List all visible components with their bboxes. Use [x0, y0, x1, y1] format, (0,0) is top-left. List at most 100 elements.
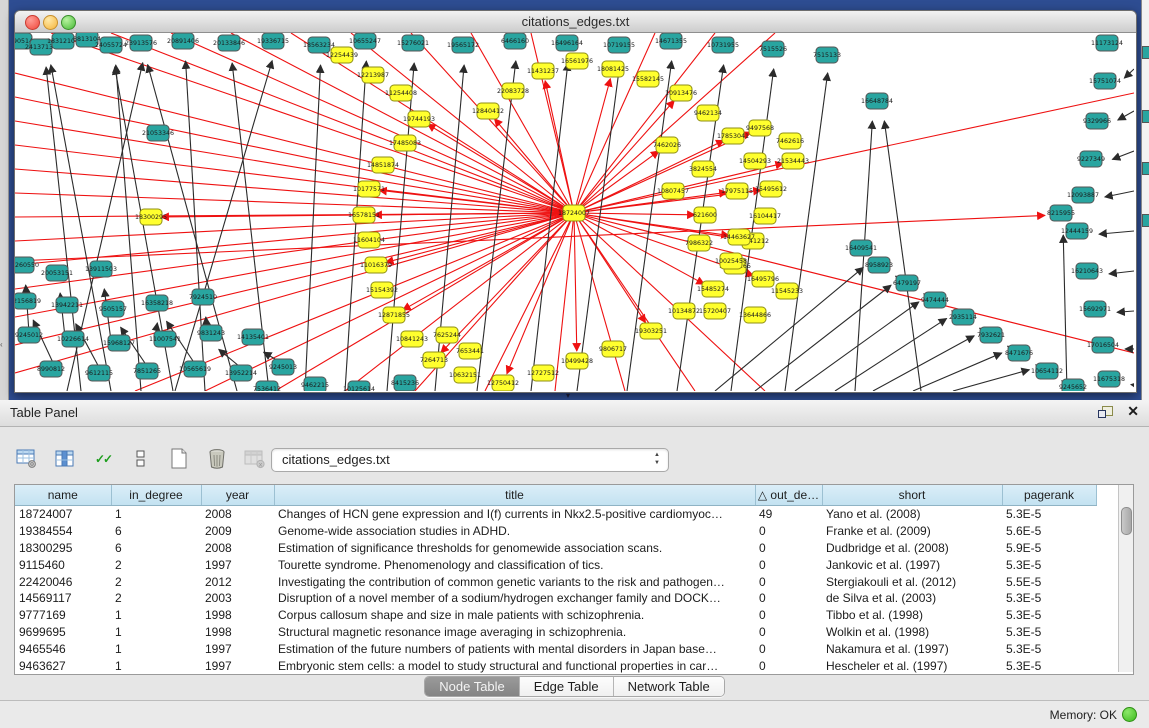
table-cell[interactable]: Tibbo et al. (1998) [822, 607, 1002, 624]
table-cell[interactable]: 1 [111, 607, 201, 624]
graph-edge[interactable] [15, 213, 574, 217]
graph-edge[interactable] [1117, 311, 1134, 312]
graph-edge[interactable] [411, 33, 574, 213]
delete-columns-icon[interactable] [204, 446, 230, 472]
table-cell[interactable]: 2 [111, 556, 201, 573]
table-cell[interactable]: 1 [111, 657, 201, 674]
column-header-year[interactable]: year [201, 485, 274, 506]
column-header-short[interactable]: short [822, 485, 1002, 506]
table-cell[interactable]: 6 [111, 523, 201, 540]
table-cell[interactable]: Wolkin et al. (1998) [822, 624, 1002, 641]
table-cell[interactable]: 1998 [201, 607, 274, 624]
table-cell[interactable]: 2008 [201, 540, 274, 557]
table-cell[interactable]: 0 [755, 573, 822, 590]
graph-edge[interactable] [795, 302, 919, 391]
column-header-name[interactable]: name [15, 485, 111, 506]
column-header-title[interactable]: title [274, 485, 755, 506]
tab-network-table[interactable]: Network Table [614, 677, 724, 696]
table-cell[interactable]: Embryonic stem cells: a model to study s… [274, 657, 755, 674]
table-cell[interactable]: 1998 [201, 624, 274, 641]
table-cell[interactable]: Disruption of a novel member of a sodium… [274, 590, 755, 607]
table-cell[interactable]: Estimation of significance thresholds fo… [274, 540, 755, 557]
close-panel-icon[interactable]: ✕ [1127, 403, 1139, 420]
table-cell[interactable]: 9463627 [15, 657, 111, 674]
graph-edge[interactable] [1109, 271, 1134, 274]
table-cell[interactable]: Changes of HCN gene expression and I(f) … [274, 506, 755, 523]
splitter-grip-icon[interactable]: ▾ [566, 392, 570, 400]
graph-edge[interactable] [835, 318, 947, 391]
table-row[interactable]: 977716911998Corpus callosum shape and si… [15, 607, 1096, 624]
table-row[interactable]: 946554611997Estimation of the future num… [15, 640, 1096, 657]
table-cell[interactable]: 2003 [201, 590, 274, 607]
graph-edge[interactable] [884, 121, 921, 391]
tab-node-table[interactable]: Node Table [425, 677, 520, 696]
table-cell[interactable]: 2009 [201, 523, 274, 540]
table-cell[interactable]: 0 [755, 657, 822, 674]
column-header-in_degree[interactable]: in_degree [111, 485, 201, 506]
table-cell[interactable]: de Silva et al. (2003) [822, 590, 1002, 607]
table-cell[interactable]: Franke et al. (2009) [822, 523, 1002, 540]
table-cell[interactable]: Nakamura et al. (1997) [822, 640, 1002, 657]
table-cell[interactable]: 0 [755, 640, 822, 657]
show-columns-icon[interactable] [52, 446, 78, 472]
table-cell[interactable]: 5.5E-5 [1002, 573, 1096, 590]
table-source-select[interactable]: citations_edges.txt ▲▼ [271, 448, 669, 472]
table-row[interactable]: 1938455462009Genome-wide association stu… [15, 523, 1096, 540]
network-graph[interactable]: 1590514824137130183121048813104240557242… [15, 33, 1134, 391]
vertical-scrollbar[interactable] [1118, 485, 1133, 672]
table-cell[interactable]: 5.6E-5 [1002, 523, 1096, 540]
table-row[interactable]: 911546021997Tourette syndrome. Phenomeno… [15, 556, 1096, 573]
table-cell[interactable]: 5.3E-5 [1002, 607, 1096, 624]
table-cell[interactable]: Hescheler et al. (1997) [822, 657, 1002, 674]
table-row[interactable]: 1830029562008Estimation of significance … [15, 540, 1096, 557]
row-options-icon[interactable] [128, 446, 154, 472]
table-cell[interactable]: 9465546 [15, 640, 111, 657]
table-cell[interactable]: 18300295 [15, 540, 111, 557]
memory-status-icon[interactable] [1122, 707, 1137, 722]
table-row[interactable]: 969969511998Structural magnetic resonanc… [15, 624, 1096, 641]
scrollbar-thumb[interactable] [1121, 507, 1132, 535]
network-window[interactable]: citations_edges.txt 15905148241371301831… [14, 10, 1137, 393]
network-canvas[interactable]: 1590514824137130183121048813104240557242… [15, 33, 1134, 391]
table-cell[interactable]: 18724007 [15, 506, 111, 523]
graph-edge[interactable] [785, 73, 828, 391]
create-column-icon[interactable] [166, 446, 192, 472]
table-cell[interactable]: 5.3E-5 [1002, 624, 1096, 641]
table-row[interactable]: 946362711997Embryonic stem cells: a mode… [15, 657, 1096, 674]
table-cell[interactable]: Dudbridge et al. (2008) [822, 540, 1002, 557]
table-row[interactable]: 1456911722003Disruption of a novel membe… [15, 590, 1096, 607]
graph-edge[interactable] [1112, 151, 1134, 159]
table-cell[interactable]: 5.3E-5 [1002, 556, 1096, 573]
table-cell[interactable]: Investigating the contribution of common… [274, 573, 755, 590]
table-cell[interactable]: 5.9E-5 [1002, 540, 1096, 557]
table-cell[interactable]: 2008 [201, 506, 274, 523]
table-cell[interactable]: Estimation of the future numbers of pati… [274, 640, 755, 657]
table-cell[interactable]: Genome-wide association studies in ADHD. [274, 523, 755, 540]
table-cell[interactable]: 9777169 [15, 607, 111, 624]
table-cell[interactable]: 0 [755, 523, 822, 540]
table-cell[interactable]: 1 [111, 640, 201, 657]
graph-edge[interactable] [51, 33, 574, 213]
table-cell[interactable]: 5.3E-5 [1002, 590, 1096, 607]
table-cell[interactable]: 14569117 [15, 590, 111, 607]
delete-table-icon[interactable]: x [242, 446, 268, 472]
table-mode-icon[interactable] [14, 446, 40, 472]
graph-edge[interactable] [15, 121, 574, 213]
table-cell[interactable]: 0 [755, 607, 822, 624]
table-cell[interactable]: 9115460 [15, 556, 111, 573]
graph-edge[interactable] [15, 73, 574, 213]
graph-edge[interactable] [305, 65, 321, 391]
column-header-out_de[interactable]: △ out_de… [755, 485, 822, 506]
float-panel-icon[interactable] [1097, 405, 1113, 421]
table-panel-header[interactable]: Table Panel ✕ [0, 400, 1149, 427]
graph-edge[interactable] [953, 370, 1029, 391]
collapse-arrow-icon[interactable]: ‹ [0, 340, 3, 349]
table-cell[interactable]: 5.3E-5 [1002, 506, 1096, 523]
network-window-titlebar[interactable]: citations_edges.txt [15, 11, 1136, 33]
graph-edge[interactable] [1063, 235, 1067, 391]
column-header-pagerank[interactable]: pagerank [1002, 485, 1096, 506]
graph-edge[interactable] [913, 353, 1002, 391]
graph-edge[interactable] [1105, 191, 1134, 197]
table-cell[interactable]: 6 [111, 540, 201, 557]
graph-edge[interactable] [574, 213, 695, 215]
